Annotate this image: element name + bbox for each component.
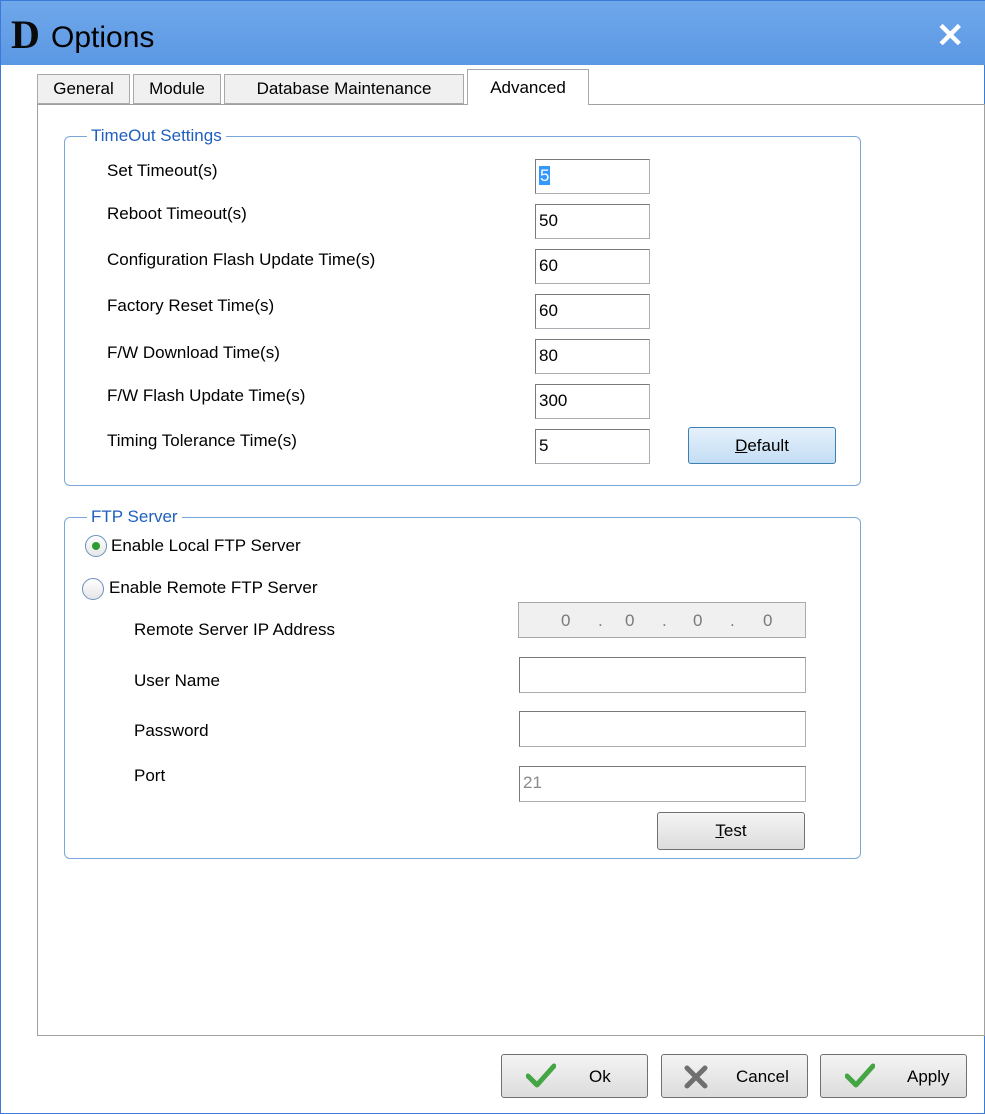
timing-tolerance-input[interactable]: 5	[535, 429, 650, 464]
ip-dot-3: .	[730, 611, 735, 630]
enable-local-ftp-label[interactable]: Enable Local FTP Server	[111, 536, 301, 556]
check-icon	[526, 1063, 556, 1088]
reboot-timeout-label: Reboot Timeout(s)	[107, 204, 247, 223]
cancel-x-icon	[684, 1065, 708, 1089]
fw-download-input[interactable]: 80	[535, 339, 650, 374]
set-timeout-label: Set Timeout(s)	[107, 161, 218, 180]
window-title: Options	[51, 21, 155, 54]
user-name-label: User Name	[134, 671, 220, 690]
title-bar[interactable]: D Options ✕	[1, 1, 985, 65]
factory-reset-label: Factory Reset Time(s)	[107, 296, 275, 315]
factory-reset-input[interactable]: 60	[535, 294, 650, 329]
ip-octet-2: 0	[625, 611, 635, 630]
port-input[interactable]: 21	[519, 766, 806, 802]
default-button[interactable]: Default	[688, 427, 836, 464]
config-flash-update-label: Configuration Flash Update Time(s)	[107, 250, 376, 269]
fw-flash-update-label: F/W Flash Update Time(s)	[107, 386, 306, 405]
timing-tolerance-label: Timing Tolerance Time(s)	[107, 431, 297, 450]
user-name-input[interactable]	[519, 657, 806, 693]
ip-octet-3: 0	[693, 611, 703, 630]
remote-ip-input[interactable]: 0 . 0 . 0 . 0	[518, 602, 806, 638]
ok-label: Ok	[589, 1067, 611, 1086]
port-label: Port	[134, 766, 166, 785]
reboot-timeout-input[interactable]: 50	[535, 204, 650, 239]
tab-database-maintenance[interactable]: Database Maintenance	[224, 74, 464, 104]
enable-remote-ftp-label[interactable]: Enable Remote FTP Server	[109, 578, 318, 598]
config-flash-update-input[interactable]: 60	[535, 249, 650, 284]
set-timeout-input[interactable]: 5	[535, 159, 650, 194]
test-button[interactable]: Test	[657, 812, 805, 850]
apply-button[interactable]: Apply	[820, 1054, 967, 1098]
enable-remote-ftp-radio[interactable]	[82, 578, 104, 600]
tab-module[interactable]: Module	[133, 74, 221, 104]
ip-dot-1: .	[598, 611, 603, 630]
ip-dot-2: .	[662, 611, 667, 630]
ok-button[interactable]: Ok	[501, 1054, 648, 1098]
check-icon	[845, 1063, 875, 1088]
password-label: Password	[134, 721, 209, 740]
close-icon[interactable]: ✕	[936, 19, 965, 53]
timeout-settings-legend: TimeOut Settings	[87, 126, 226, 146]
tab-advanced[interactable]: Advanced	[467, 69, 589, 105]
tab-general[interactable]: General	[37, 74, 130, 104]
ip-octet-4: 0	[763, 611, 773, 630]
ip-octet-1: 0	[561, 611, 571, 630]
ftp-server-legend: FTP Server	[87, 507, 182, 527]
cancel-button[interactable]: Cancel	[661, 1054, 808, 1098]
enable-local-ftp-radio[interactable]	[85, 535, 107, 557]
apply-label: Apply	[907, 1067, 950, 1086]
fw-flash-update-input[interactable]: 300	[535, 384, 650, 419]
password-input[interactable]	[519, 711, 806, 747]
cancel-label: Cancel	[736, 1067, 789, 1086]
options-dialog: D Options ✕ General Module Database Main…	[0, 0, 985, 1114]
dlink-logo: D	[11, 12, 40, 57]
fw-download-label: F/W Download Time(s)	[107, 343, 280, 362]
remote-ip-label: Remote Server IP Address	[134, 620, 335, 639]
